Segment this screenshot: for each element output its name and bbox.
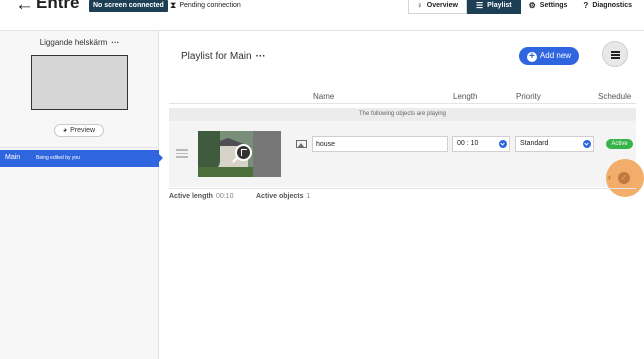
active-objects-value: 1 [306,193,311,200]
active-objects-label: Active objects [256,193,304,200]
pending-connection-label: Pending connection [179,2,241,9]
list-icon: ☰ [475,1,484,10]
screen-preview-thumbnail [31,55,128,110]
schedule-status-badge[interactable]: Active [606,139,633,149]
tab-overview-label: Overview [426,2,458,9]
column-header-schedule: Schedule [598,92,632,101]
hamburger-menu-button[interactable] [602,41,628,67]
zoom-icon[interactable] [232,144,252,163]
item-length-value: 00 : 10 [457,140,479,147]
drag-handle-icon[interactable] [176,149,188,160]
add-new-label: Add new [539,51,572,60]
playing-notice: The following objects are playing [169,108,636,121]
menu-icon [611,51,620,60]
add-new-button[interactable]: + Add new [519,47,579,65]
screen-menu-button[interactable]: ··· [111,38,119,47]
divider [159,30,644,31]
column-header-priority: Priority [516,92,541,101]
screen-name-row: Liggande helskärm ··· [0,38,159,47]
playlist-title: Playlist for Main [181,51,252,62]
preview-icon: ◕ [62,127,68,134]
tab-playlist-label: Playlist [487,2,512,9]
help-icon: ? [583,1,589,10]
selection-indicator [159,154,163,162]
tab-overview[interactable]: ♀ Overview [407,0,467,14]
chevron-down-icon [583,140,591,148]
sidebar-item-status: Being edited by you [36,155,80,161]
column-header-length: Length [453,92,478,101]
active-objects-summary: Active objects 1 [256,193,310,200]
column-header-name: Name [313,92,335,101]
image-type-icon [296,140,307,148]
divider [0,147,158,148]
chevron-down-icon [499,140,507,148]
back-arrow-icon[interactable]: ← [15,0,34,16]
active-length-value: 00:10 [215,193,234,200]
tab-diagnostics-label: Diagnostics [592,2,632,9]
gear-icon: ⚙ [528,1,536,10]
divider [169,103,636,104]
preview-button[interactable]: ◕ Preview [54,124,104,137]
tab-settings[interactable]: ⚙ Settings [520,0,576,14]
pending-connection: ⧗ Pending connection [170,0,241,12]
tab-settings-label: Settings [539,2,568,9]
item-length-select[interactable]: 00 : 10 [452,136,510,152]
sidebar-item-main[interactable]: Main Being edited by you [0,150,163,167]
hourglass-icon: ⧗ [170,0,177,10]
preview-button-label: Preview [70,127,96,134]
active-length-summary: Active length 00:10 [169,193,233,200]
playlist-title-row: Playlist for Main ··· [181,51,266,62]
app-title: Entre [36,0,80,12]
item-priority-value: Standard [520,140,549,147]
sidebar: Liggande helskärm ··· ◕ Preview Main Being… [0,30,163,359]
top-bar: ← Entre No screen connected ⧗ Pending con… [0,0,644,16]
lightbulb-icon: ♀ [416,1,423,10]
check-icon[interactable]: ✓ [618,172,630,184]
chevron-left-icon: ‹ [608,172,611,182]
tab-playlist[interactable]: ☰ Playlist [466,0,521,14]
click-indicator: ‹ ✓ [606,159,644,197]
tab-diagnostics[interactable]: ? Diagnostics [575,0,640,14]
plus-icon: + [526,52,537,62]
active-length-label: Active length [169,193,213,200]
connection-status-badge: No screen connected [89,0,168,12]
item-priority-select[interactable]: Standard [515,136,594,152]
item-name-field[interactable] [312,136,448,152]
main-nav-tabs: ♀ Overview ☰ Playlist ⚙ Settings ? Diagn… [407,0,640,14]
sidebar-item-label: Main [5,154,21,161]
divider [169,188,636,189]
screen-name: Liggande helskärm [39,38,108,47]
playlist-menu-button[interactable]: ··· [256,51,266,62]
